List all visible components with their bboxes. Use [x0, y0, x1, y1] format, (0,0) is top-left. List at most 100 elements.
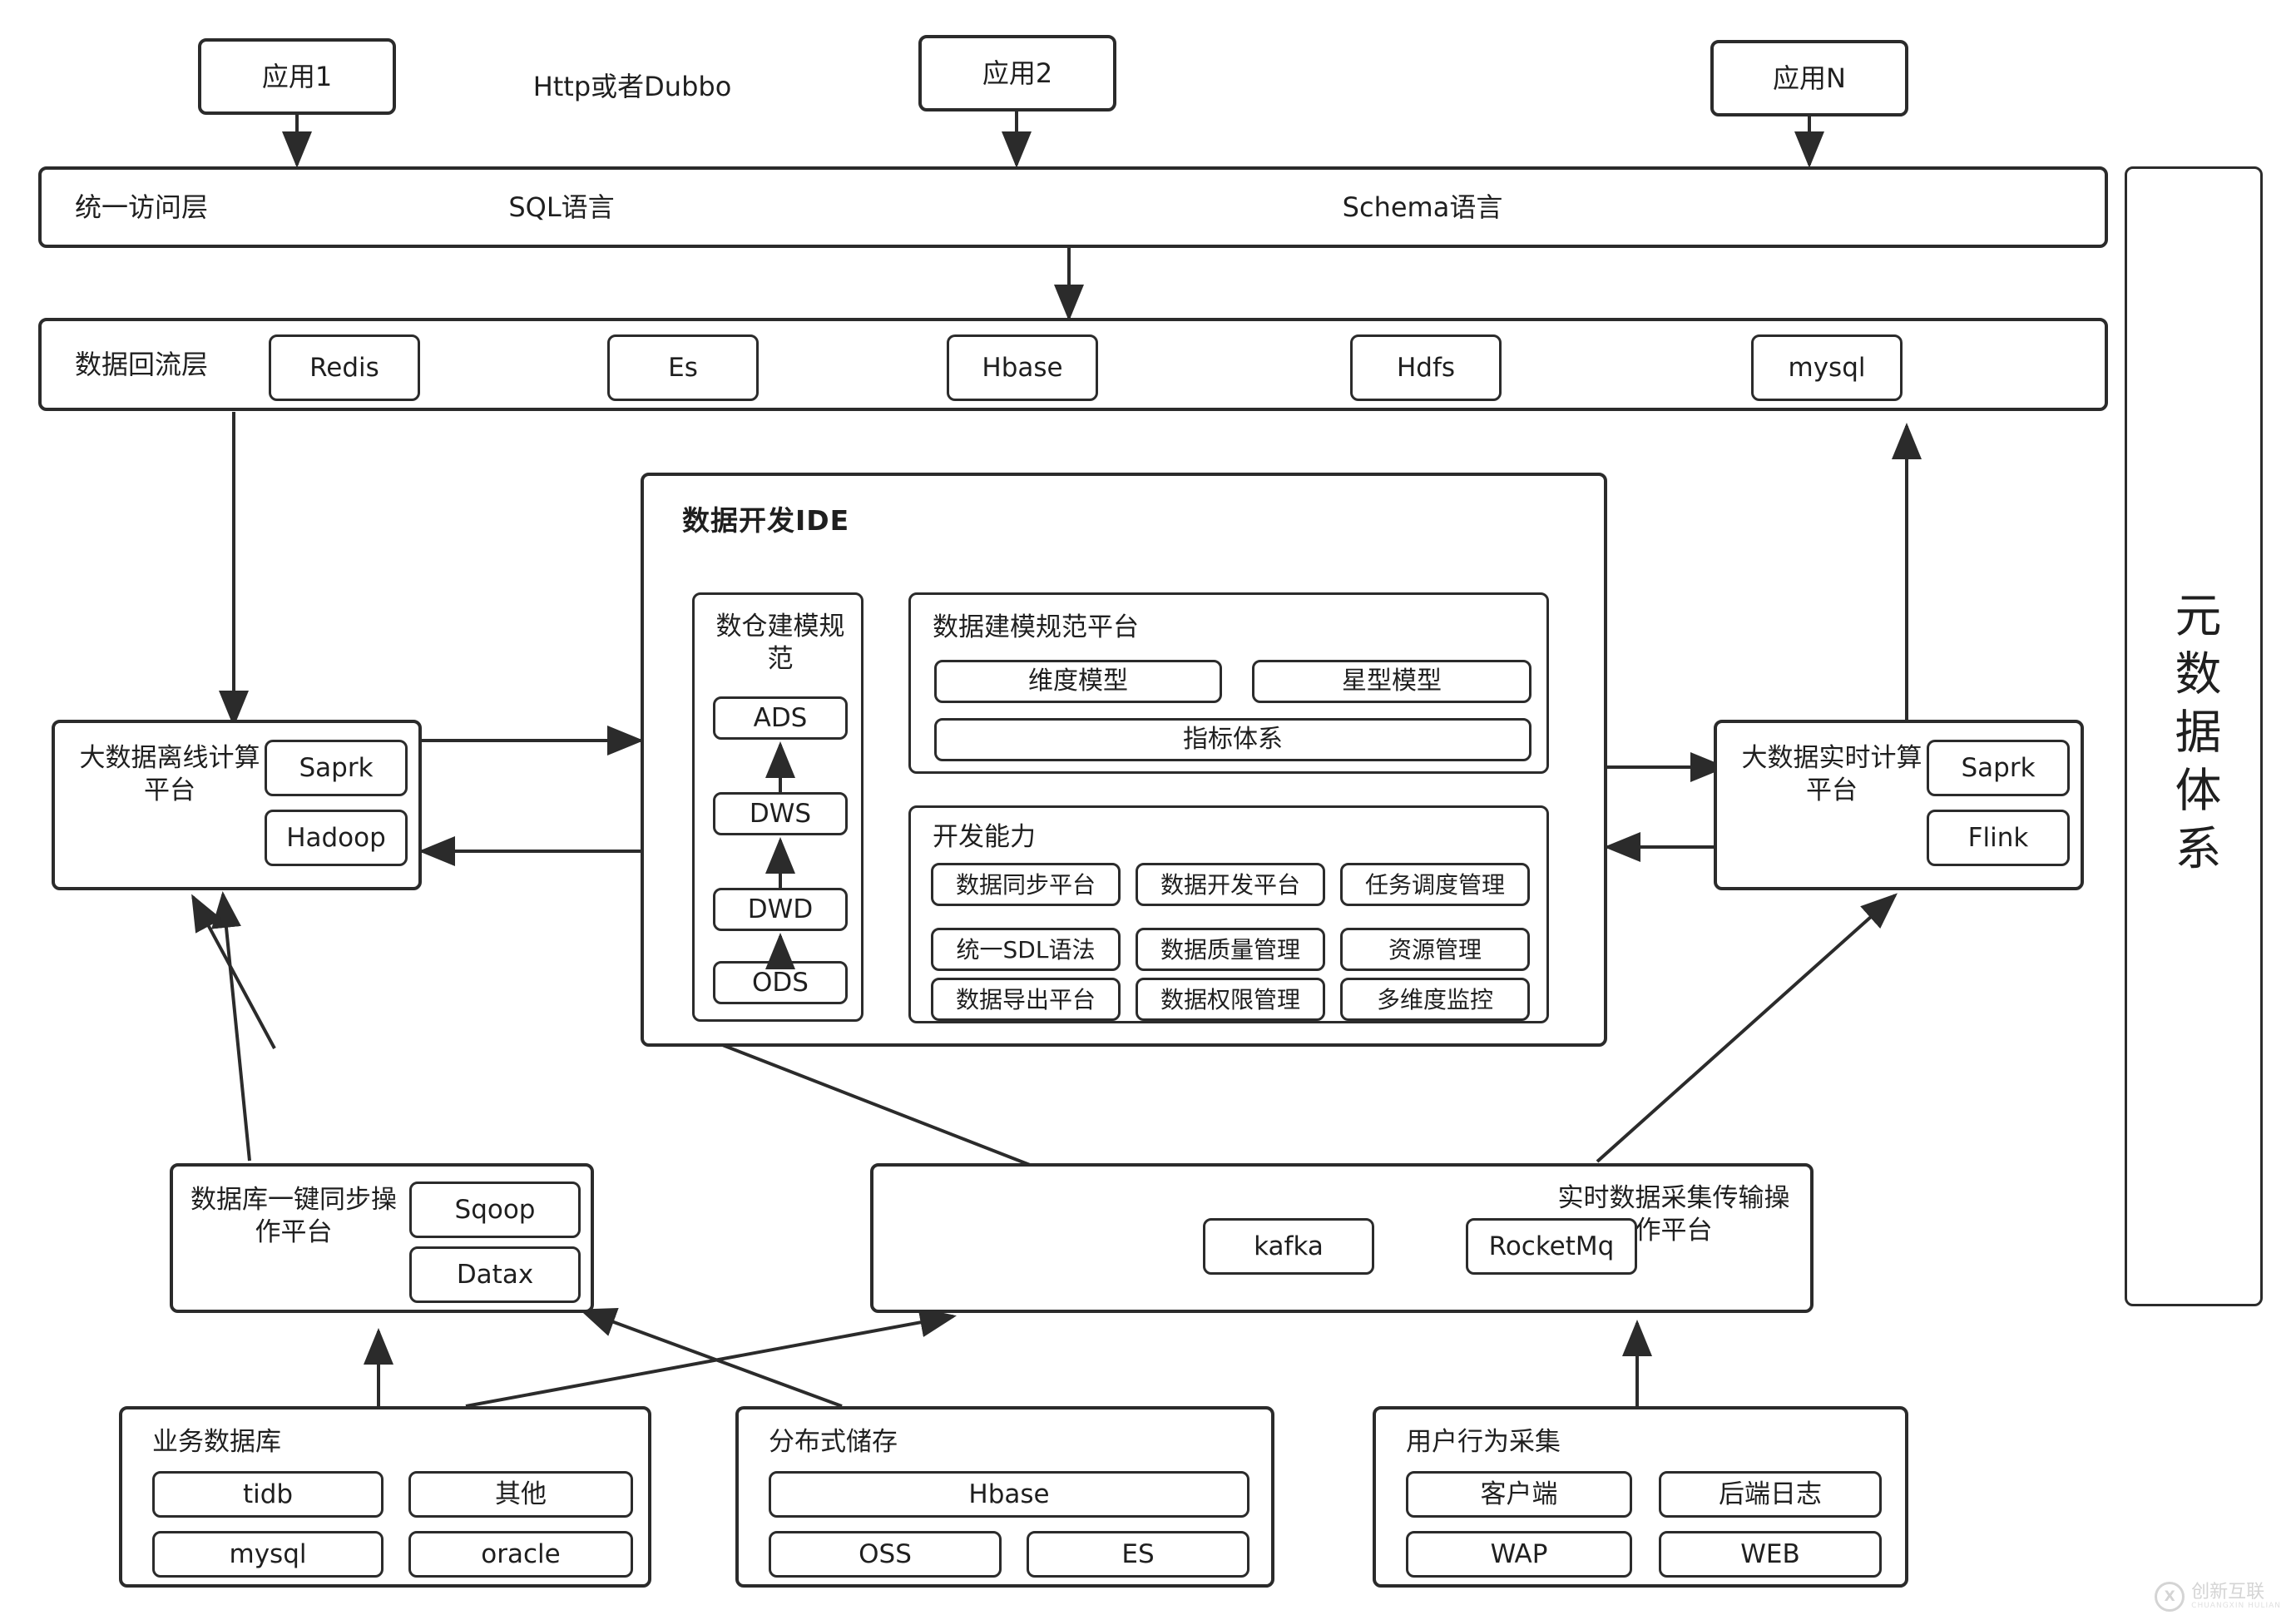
dev-item-dev-platform[interactable]: 数据开发平台	[1136, 863, 1325, 906]
protocol-label: Http或者Dubbo	[532, 71, 732, 102]
behavior-item-client[interactable]: 客户端	[1406, 1471, 1632, 1518]
watermark-en-text: CHUANGXIN HULIAN	[2191, 1602, 2281, 1611]
watermark-logo-icon: X	[2155, 1582, 2185, 1612]
source-user-behavior[interactable]: 用户行为采集 客户端 后端日志 WAP WEB	[1373, 1406, 1908, 1588]
sync-tool-datax[interactable]: Datax	[409, 1246, 581, 1303]
unified-access-layer[interactable]: 统一访问层 SQL语言 Schema语言	[38, 166, 2108, 248]
reflow-store-redis[interactable]: Redis	[269, 334, 420, 401]
dev-item-sync-platform[interactable]: 数据同步平台	[931, 863, 1121, 906]
app-box-1[interactable]: 应用1	[198, 38, 396, 115]
modeling-item-metrics[interactable]: 指标体系	[934, 718, 1531, 761]
offline-engine-hadoop-label: Hadoop	[286, 822, 386, 853]
sync-tool-sqoop[interactable]: Sqoop	[409, 1182, 581, 1238]
dev-item-export-platform[interactable]: 数据导出平台	[931, 978, 1121, 1021]
dev-item-export-platform-label: 数据导出平台	[955, 985, 1096, 1013]
source-business-database[interactable]: 业务数据库 tidb 其他 mysql oracle	[119, 1406, 651, 1588]
source-item-oracle[interactable]: oracle	[408, 1531, 633, 1578]
data-reflow-layer[interactable]: 数据回流层 Redis Es Hbase Hdfs mysql	[38, 318, 2108, 411]
reflow-store-hbase-label: Hbase	[982, 352, 1063, 383]
collect-tool-kafka-label: kafka	[1254, 1231, 1324, 1261]
realtime-collect-platform[interactable]: 实时数据采集传输操作平台 kafka RocketMq	[870, 1163, 1814, 1313]
dev-item-task-schedule-label: 任务调度管理	[1364, 870, 1505, 899]
dev-item-dev-platform-label: 数据开发平台	[1160, 870, 1300, 899]
dev-item-sdl-syntax[interactable]: 统一SDL语法	[931, 928, 1121, 971]
collect-tool-rocketmq-label: RocketMq	[1488, 1231, 1615, 1261]
access-layer-sql-tag: SQL语言	[508, 191, 615, 223]
behavior-item-backend-log-label: 后端日志	[1719, 1479, 1822, 1509]
modeling-item-star[interactable]: 星型模型	[1252, 660, 1531, 703]
db-sync-platform[interactable]: 数据库一键同步操作平台 Sqoop Datax	[170, 1163, 594, 1313]
realtime-engine-spark-label: Saprk	[1961, 752, 2036, 783]
reflow-store-redis-label: Redis	[309, 352, 379, 383]
offline-engine-spark[interactable]: Saprk	[265, 740, 408, 796]
dev-item-task-schedule[interactable]: 任务调度管理	[1340, 863, 1530, 906]
reflow-store-es[interactable]: Es	[607, 334, 759, 401]
warehouse-flow-arrows	[765, 741, 795, 969]
dev-item-sdl-syntax-label: 统一SDL语法	[956, 935, 1096, 964]
source-distributed-storage-title: 分布式储存	[769, 1426, 898, 1457]
app-box-n[interactable]: 应用N	[1710, 40, 1908, 116]
dev-item-data-permission-label: 数据权限管理	[1160, 985, 1300, 1013]
source-item-tidb[interactable]: tidb	[152, 1471, 383, 1518]
sync-tool-sqoop-label: Sqoop	[454, 1194, 536, 1225]
modeling-item-dimension[interactable]: 维度模型	[934, 660, 1222, 703]
modeling-item-metrics-label: 指标体系	[1183, 725, 1283, 755]
storage-item-es-label: ES	[1121, 1538, 1155, 1569]
behavior-item-backend-log[interactable]: 后端日志	[1659, 1471, 1882, 1518]
dev-item-data-quality-label: 数据质量管理	[1160, 935, 1300, 964]
dev-item-data-permission[interactable]: 数据权限管理	[1136, 978, 1325, 1021]
dev-item-multidim-monitor[interactable]: 多维度监控	[1340, 978, 1530, 1021]
ide-title: 数据开发IDE	[682, 504, 850, 538]
offline-engine-spark-label: Saprk	[299, 752, 374, 783]
realtime-platform-title: 大数据实时计算平台	[1741, 743, 1922, 805]
collect-tool-rocketmq[interactable]: RocketMq	[1466, 1218, 1637, 1275]
app-1-label: 应用1	[261, 61, 333, 92]
storage-item-es[interactable]: ES	[1027, 1531, 1249, 1578]
offline-engine-hadoop[interactable]: Hadoop	[265, 810, 408, 866]
source-item-other-label: 其他	[495, 1479, 547, 1509]
behavior-item-client-label: 客户端	[1480, 1479, 1558, 1509]
modeling-item-star-label: 星型模型	[1342, 666, 1442, 696]
realtime-compute-platform[interactable]: 大数据实时计算平台 Saprk Flink	[1714, 720, 2084, 890]
watermark: X 创新互联 CHUANGXIN HULIAN	[2155, 1582, 2281, 1612]
realtime-engine-spark[interactable]: Saprk	[1927, 740, 2070, 796]
source-user-behavior-title: 用户行为采集	[1406, 1426, 1561, 1457]
dev-item-resource-mgmt-label: 资源管理	[1388, 935, 1482, 964]
reflow-store-mysql-label: mysql	[1788, 352, 1866, 383]
dev-item-resource-mgmt[interactable]: 资源管理	[1340, 928, 1530, 971]
metadata-system-title: 元数据体系	[2167, 591, 2221, 882]
warehouse-spec-panel[interactable]: 数仓建模规范 ADS DWS DWD ODS	[692, 592, 863, 1022]
dev-capability-panel[interactable]: 开发能力 数据同步平台 数据开发平台 任务调度管理 统一SDL语法 数据质量管理…	[908, 805, 1549, 1023]
offline-platform-title: 大数据离线计算平台	[79, 743, 260, 805]
realtime-engine-flink[interactable]: Flink	[1927, 810, 2070, 866]
reflow-store-hbase[interactable]: Hbase	[947, 334, 1098, 401]
behavior-item-web-label: WEB	[1740, 1538, 1800, 1569]
storage-item-oss[interactable]: OSS	[769, 1531, 1002, 1578]
offline-compute-platform[interactable]: 大数据离线计算平台 Saprk Hadoop	[52, 720, 422, 890]
dev-item-sync-platform-label: 数据同步平台	[955, 870, 1096, 899]
source-item-other[interactable]: 其他	[408, 1471, 633, 1518]
collect-tool-kafka[interactable]: kafka	[1203, 1218, 1374, 1275]
reflow-layer-title: 数据回流层	[75, 349, 209, 380]
behavior-item-web[interactable]: WEB	[1659, 1531, 1882, 1578]
reflow-store-hdfs-label: Hdfs	[1396, 352, 1456, 383]
modeling-platform-panel[interactable]: 数据建模规范平台 维度模型 星型模型 指标体系	[908, 592, 1549, 774]
dev-item-data-quality[interactable]: 数据质量管理	[1136, 928, 1325, 971]
architecture-diagram: 应用1 应用2 应用N Http或者Dubbo 统一访问层 SQL语言 Sche…	[0, 0, 2296, 1620]
source-distributed-storage[interactable]: 分布式储存 Hbase OSS ES	[735, 1406, 1274, 1588]
watermark-cn-text: 创新互联	[2191, 1581, 2265, 1603]
reflow-store-mysql[interactable]: mysql	[1751, 334, 1903, 401]
app-box-2[interactable]: 应用2	[918, 35, 1116, 111]
data-dev-ide-panel[interactable]: 数据开发IDE 数仓建模规范 ADS DWS DWD ODS 数据建模规范平台 …	[641, 473, 1607, 1047]
realtime-engine-flink-label: Flink	[1967, 822, 2029, 853]
behavior-item-wap[interactable]: WAP	[1406, 1531, 1632, 1578]
dev-capability-title: 开发能力	[933, 821, 1036, 852]
source-item-tidb-label: tidb	[242, 1479, 294, 1509]
reflow-store-hdfs[interactable]: Hdfs	[1350, 334, 1502, 401]
source-item-mysql[interactable]: mysql	[152, 1531, 383, 1578]
modeling-item-dimension-label: 维度模型	[1028, 666, 1128, 696]
metadata-system-panel[interactable]: 元数据体系	[2125, 166, 2263, 1306]
dev-item-multidim-monitor-label: 多维度监控	[1376, 985, 1493, 1013]
modeling-platform-title: 数据建模规范平台	[933, 612, 1139, 642]
storage-item-hbase[interactable]: Hbase	[769, 1471, 1249, 1518]
